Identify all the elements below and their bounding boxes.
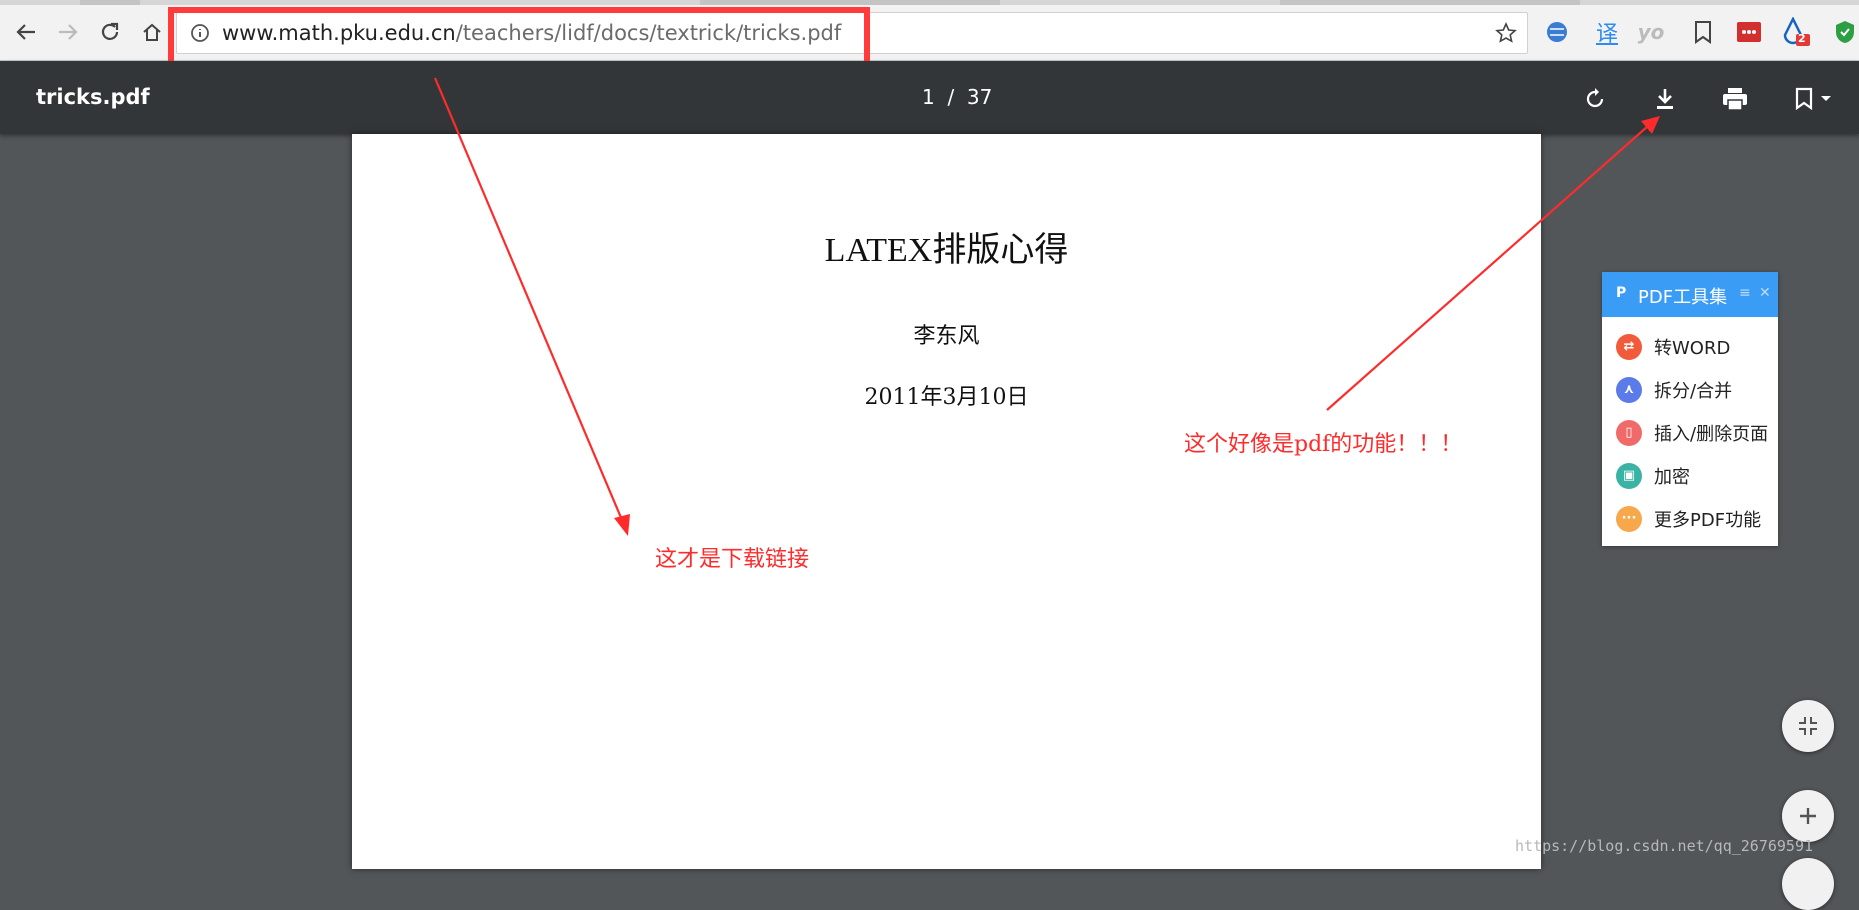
pdf-note-arrow [1326,125,1649,411]
tool-label: 更多PDF功能 [1654,509,1762,531]
download-note-arrow [433,77,624,521]
fit-page-button[interactable] [1782,700,1834,752]
zoom-out-button[interactable] [1782,858,1834,910]
tool-convert-word[interactable]: ⇄ 转WORD [1602,325,1778,368]
more-icon: ··· [1616,505,1642,532]
tool-encrypt[interactable]: ▣ 加密 [1602,454,1778,497]
zoom-in-button[interactable] [1782,790,1834,842]
watermark: https://blog.csdn.net/qq_26769591 [1515,837,1814,855]
tool-more-features[interactable]: ··· 更多PDF功能 [1602,497,1778,540]
pdf-tools-header[interactable]: P PDF工具集 ≡ ✕ [1602,272,1778,317]
panel-close-icon[interactable]: ✕ [1759,285,1771,301]
annotation-arrows [433,77,1660,536]
download-arrowhead [614,514,630,536]
pdf-tools-title: PDF工具集 [1638,287,1728,308]
tool-label: 加密 [1654,466,1690,488]
tool-label: 转WORD [1654,337,1731,359]
tool-split-merge[interactable]: ⋏ 拆分/合并 [1602,368,1778,411]
tool-insert-delete-pages[interactable]: ▯ 插入/删除页面 [1602,411,1778,454]
pdf-tools-logo-icon: P [1616,285,1627,301]
pdf-feature-annotation: 这个好像是pdf的功能！！！ [1184,432,1463,457]
plus-icon [1800,808,1816,824]
tool-label: 插入/删除页面 [1654,423,1769,445]
convert-icon: ⇄ [1616,333,1642,360]
tool-label: 拆分/合并 [1654,380,1733,402]
download-link-annotation: 这才是下载链接 [655,547,810,572]
pdf-arrowhead [1641,116,1660,134]
shrink-icon [1799,717,1817,735]
panel-menu-icon[interactable]: ≡ [1739,285,1751,301]
page-edit-icon: ▯ [1616,419,1642,446]
lock-icon: ▣ [1616,462,1642,489]
split-merge-icon: ⋏ [1616,376,1642,403]
pdf-tools-panel: P PDF工具集 ≡ ✕ ⇄ 转WORD ⋏ 拆分/合并 ▯ 插入/删除页面 ▣… [1602,272,1778,546]
